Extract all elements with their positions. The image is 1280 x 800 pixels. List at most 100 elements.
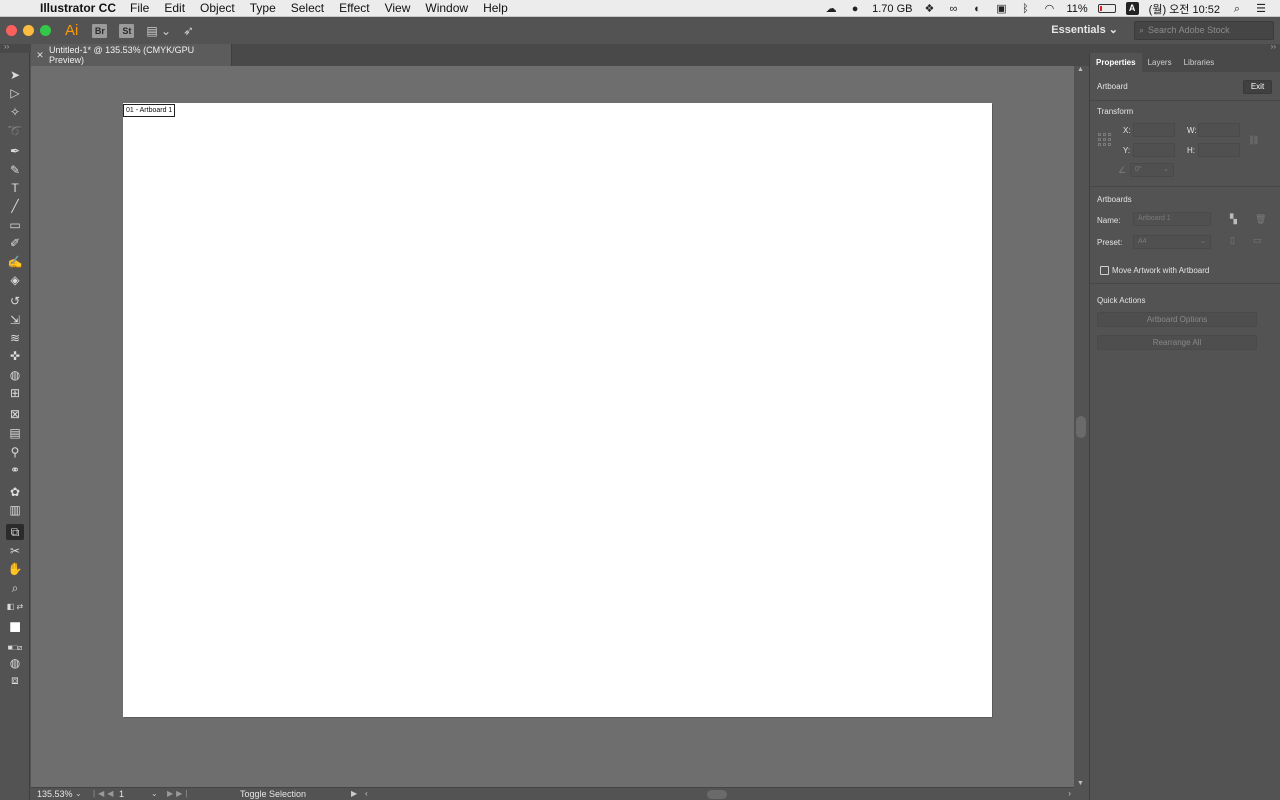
- screen-mirroring-icon[interactable]: ▣: [994, 3, 1008, 15]
- collapse-panels-icon[interactable]: ››: [1271, 42, 1276, 51]
- minimize-window-button[interactable]: [23, 25, 34, 36]
- status-menu-icon[interactable]: ▶: [351, 789, 357, 798]
- selection-tool-icon[interactable]: ➤: [6, 67, 24, 83]
- artboard[interactable]: [123, 103, 992, 717]
- scale-tool-icon[interactable]: ⇲: [6, 312, 24, 328]
- canvas-area[interactable]: 01 - Artboard 1: [31, 66, 1074, 787]
- new-artboard-icon[interactable]: ▚: [1230, 214, 1237, 225]
- artboard-tool-icon[interactable]: ⧉: [6, 524, 24, 540]
- zoom-dropdown-icon[interactable]: ⌄: [75, 789, 82, 798]
- type-tool-icon[interactable]: T: [6, 180, 24, 196]
- search-adobe-stock-field[interactable]: ⌕ Search Adobe Stock: [1134, 21, 1274, 40]
- scroll-left-icon[interactable]: ‹: [365, 789, 368, 798]
- vertical-scrollbar[interactable]: ▲ ▼: [1074, 66, 1089, 787]
- expand-toolbar-icon[interactable]: ››: [4, 42, 9, 51]
- puppet-warp-tool-icon[interactable]: ✜: [6, 348, 24, 364]
- lasso-tool-icon[interactable]: ➰: [6, 123, 24, 139]
- menu-type[interactable]: Type: [250, 1, 276, 15]
- portrait-orientation-icon[interactable]: ▯: [1230, 235, 1235, 246]
- adobe-stock-button[interactable]: St: [119, 23, 135, 38]
- exit-button[interactable]: Exit: [1243, 80, 1272, 94]
- menu-effect[interactable]: Effect: [339, 1, 369, 15]
- artboard-dropdown-icon[interactable]: ⌄: [151, 789, 158, 798]
- menu-select[interactable]: Select: [291, 1, 324, 15]
- symbol-sprayer-tool-icon[interactable]: ✿: [6, 484, 24, 500]
- notification-center-icon[interactable]: ☰: [1254, 3, 1268, 15]
- wifi-icon[interactable]: ◠: [1042, 3, 1056, 15]
- h-field[interactable]: [1198, 143, 1240, 157]
- paintbrush-tool-icon[interactable]: ✐: [6, 235, 24, 251]
- gpu-performance-icon[interactable]: ➶: [183, 23, 194, 39]
- magic-wand-tool-icon[interactable]: ✧: [6, 104, 24, 120]
- fill-stroke-swatch[interactable]: ■: [6, 616, 24, 638]
- close-document-icon[interactable]: ✕: [31, 50, 49, 61]
- curvature-tool-icon[interactable]: ✎: [6, 162, 24, 178]
- perspective-grid-tool-icon[interactable]: ⊞: [6, 385, 24, 401]
- menu-view[interactable]: View: [385, 1, 411, 15]
- battery-icon[interactable]: [1097, 4, 1116, 13]
- artboard-number[interactable]: 1: [119, 789, 124, 799]
- w-field[interactable]: [1198, 123, 1240, 137]
- preset-dropdown[interactable]: A4 ⌄: [1133, 235, 1211, 249]
- direct-selection-tool-icon[interactable]: ▷: [6, 85, 24, 101]
- scroll-down-icon[interactable]: ▼: [1077, 780, 1084, 787]
- column-graph-tool-icon[interactable]: ▥: [6, 502, 24, 518]
- menu-app-name[interactable]: Illustrator CC: [40, 1, 116, 15]
- creative-cloud-upload-icon[interactable]: ☁: [824, 3, 838, 15]
- x-field[interactable]: [1133, 123, 1175, 137]
- constrain-proportions-icon[interactable]: ⛓: [1248, 135, 1259, 146]
- default-fill-stroke-icon[interactable]: ◧ ⇄: [6, 599, 24, 615]
- tab-layers[interactable]: Layers: [1142, 53, 1178, 72]
- landscape-orientation-icon[interactable]: ▭: [1253, 235, 1262, 246]
- vertical-scroll-thumb[interactable]: [1076, 416, 1086, 438]
- memory-usage[interactable]: 1.70 GB: [872, 3, 912, 15]
- screen-mode-icon[interactable]: ⧈: [6, 672, 24, 688]
- menu-window[interactable]: Window: [425, 1, 468, 15]
- toggle-selection-label[interactable]: Toggle Selection: [240, 789, 306, 799]
- horizontal-scroll-thumb[interactable]: [707, 790, 727, 799]
- gradient-tool-icon[interactable]: ▤: [6, 425, 24, 441]
- reference-point-icon[interactable]: [1098, 133, 1111, 146]
- arrange-documents-icon[interactable]: ▤ ⌄: [146, 24, 171, 38]
- menu-edit[interactable]: Edit: [164, 1, 185, 15]
- bridge-button[interactable]: Br: [92, 23, 108, 38]
- width-tool-icon[interactable]: ≋: [6, 330, 24, 346]
- input-source-icon[interactable]: A: [1125, 2, 1139, 15]
- mesh-tool-icon[interactable]: ⊠: [6, 406, 24, 422]
- workspace-switcher[interactable]: Essentials ⌄: [1051, 23, 1118, 36]
- menubar-clock[interactable]: (월) 오전 10:52: [1149, 1, 1220, 17]
- chat-bubble-icon[interactable]: ●: [848, 3, 862, 15]
- delete-artboard-icon[interactable]: 🗑: [1255, 214, 1266, 225]
- rearrange-all-button[interactable]: Rearrange All: [1097, 335, 1257, 350]
- eraser-tool-icon[interactable]: ◈: [6, 272, 24, 288]
- menu-object[interactable]: Object: [200, 1, 235, 15]
- drawing-mode-icon[interactable]: ◍: [6, 655, 24, 671]
- scroll-up-icon[interactable]: ▲: [1077, 66, 1084, 73]
- shape-builder-tool-icon[interactable]: ◍: [6, 367, 24, 383]
- close-window-button[interactable]: [6, 25, 17, 36]
- tab-properties[interactable]: Properties: [1090, 53, 1142, 72]
- move-artwork-checkbox[interactable]: [1100, 266, 1109, 275]
- rectangle-tool-icon[interactable]: ▭: [6, 217, 24, 233]
- creative-cloud-icon[interactable]: ∞: [946, 3, 960, 15]
- scroll-right-icon[interactable]: ›: [1068, 789, 1071, 798]
- zoom-level[interactable]: 135.53%: [37, 789, 73, 799]
- zoom-window-button[interactable]: [40, 25, 51, 36]
- blend-tool-icon[interactable]: ⚭: [6, 462, 24, 478]
- hand-tool-icon[interactable]: ✋: [6, 561, 24, 577]
- rotate-tool-icon[interactable]: ↺: [6, 293, 24, 309]
- slice-tool-icon[interactable]: ✂: [6, 543, 24, 559]
- rotate-field[interactable]: 0° ⌄: [1130, 163, 1174, 177]
- artboard-name-label[interactable]: 01 - Artboard 1: [123, 104, 176, 117]
- menu-file[interactable]: File: [130, 1, 149, 15]
- menu-help[interactable]: Help: [483, 1, 508, 15]
- line-segment-tool-icon[interactable]: ╱: [6, 198, 24, 214]
- artboard-options-button[interactable]: Artboard Options: [1097, 312, 1257, 327]
- document-tab[interactable]: ✕ Untitled-1* @ 135.53% (CMYK/GPU Previe…: [31, 44, 232, 66]
- zoom-tool-icon[interactable]: ⌕: [6, 580, 24, 596]
- dropbox-icon[interactable]: ❖: [922, 3, 936, 15]
- y-field[interactable]: [1133, 143, 1175, 157]
- bluetooth-icon[interactable]: ᛒ: [1018, 3, 1032, 15]
- spotlight-search-icon[interactable]: ⌕: [1230, 3, 1244, 15]
- battery-percent[interactable]: 11%: [1066, 3, 1087, 15]
